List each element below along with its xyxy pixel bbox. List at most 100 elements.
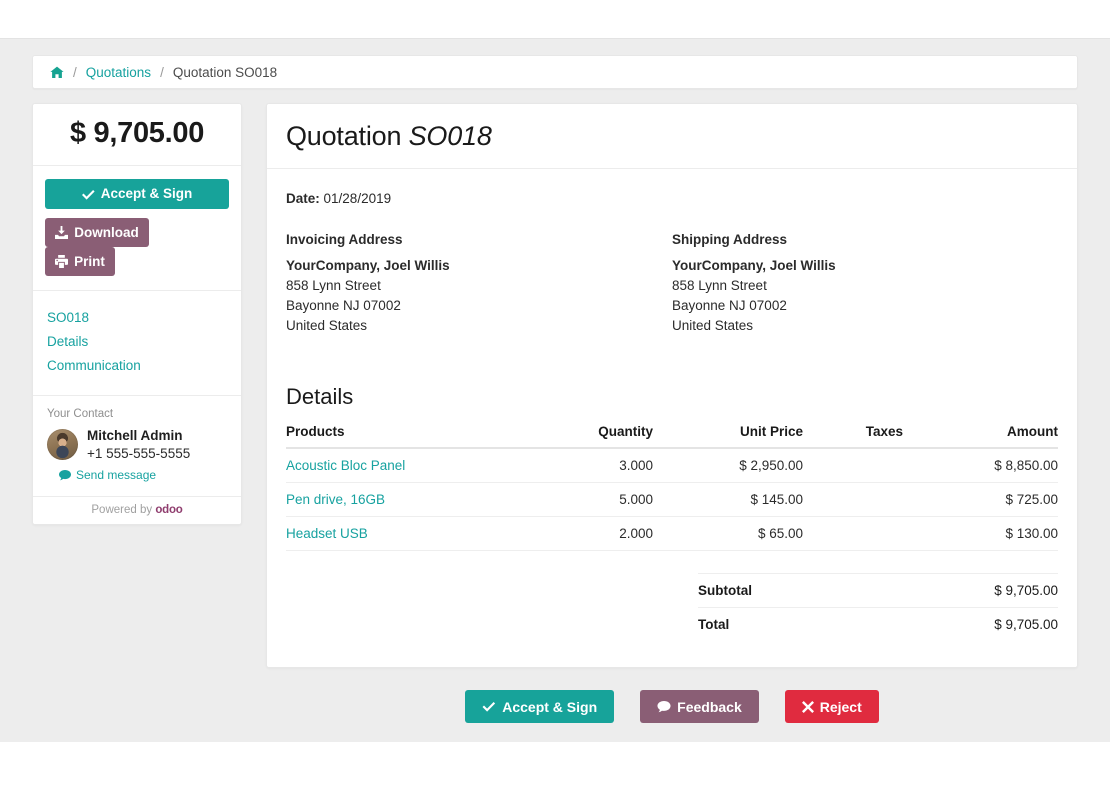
invoicing-address-country: United States <box>286 318 368 333</box>
page-title-number: SO018 <box>408 121 492 151</box>
total-amount: $ 9,705.00 <box>69 117 205 149</box>
invoicing-address-city: Bayonne NJ 07002 <box>286 298 401 313</box>
portal-page: / Quotations / Quotation SO018 $ 9,705.0… <box>0 0 1110 787</box>
shipping-address-street: 858 Lynn Street <box>672 278 767 293</box>
order-lines-table: Products Quantity Unit Price Taxes Amoun… <box>286 419 1058 551</box>
download-button[interactable]: Download <box>45 218 149 247</box>
total-row: Total $ 9,705.00 <box>698 607 1058 641</box>
invoicing-address: Invoicing Address YourCompany, Joel Will… <box>286 230 672 336</box>
invoicing-address-company: YourCompany, Joel Willis <box>286 258 450 273</box>
table-header-row: Products Quantity Unit Price Taxes Amoun… <box>286 419 1058 449</box>
reject-button[interactable]: Reject <box>784 690 879 723</box>
send-message-label: Send message <box>76 468 157 482</box>
order-lines-body: Acoustic Bloc Panel 3.000 $ 2,950.00 $ 8… <box>286 448 1058 551</box>
powered-by-label: Powered by <box>91 503 153 516</box>
subtotal-label: Subtotal <box>698 573 863 608</box>
contact-heading: Your Contact <box>47 408 114 420</box>
breadcrumb-separator-2: / <box>160 64 164 80</box>
product-link[interactable]: Headset USB <box>286 526 368 541</box>
page-title-prefix: Quotation <box>286 121 402 151</box>
accept-and-sign-button[interactable]: Accept & Sign <box>465 690 615 723</box>
page-content: / Quotations / Quotation SO018 $ 9,705.0… <box>32 55 1078 723</box>
contact-main: Mitchell Admin +1 555-555-5555 <box>47 427 227 464</box>
total-value: $ 9,705.00 <box>863 607 1058 641</box>
column-header-unit-price: Unit Price <box>653 419 803 449</box>
contact-text: Mitchell Admin +1 555-555-5555 <box>87 427 190 464</box>
column-header-amount: Amount <box>903 419 1058 449</box>
download-label: Download <box>74 224 139 240</box>
shipping-address-company: YourCompany, Joel Willis <box>672 258 836 273</box>
check-icon <box>81 189 95 200</box>
table-row: Acoustic Bloc Panel 3.000 $ 2,950.00 $ 8… <box>286 448 1058 483</box>
sidebar-item-communication[interactable]: Communication <box>47 354 227 378</box>
table-row: Headset USB 2.000 $ 65.00 $ 130.00 <box>286 516 1058 551</box>
row-unit-price: $ 145.00 <box>653 482 803 517</box>
accept-and-sign-label: Accept & Sign <box>502 698 598 715</box>
row-taxes <box>803 482 903 517</box>
comment-icon <box>59 469 71 481</box>
breadcrumb-current: Quotation SO018 <box>172 64 278 80</box>
order-lines-header: Products Quantity Unit Price Taxes Amoun… <box>286 419 1058 449</box>
row-amount: $ 130.00 <box>903 516 1058 551</box>
feedback-button[interactable]: Feedback <box>640 690 759 723</box>
subtotal-value: $ 9,705.00 <box>863 573 1058 608</box>
date-label: Date: <box>286 191 320 206</box>
shipping-address-country: United States <box>672 318 754 333</box>
column-header-taxes: Taxes <box>803 419 903 449</box>
row-amount: $ 8,850.00 <box>903 448 1058 483</box>
product-link[interactable]: Pen drive, 16GB <box>286 492 385 507</box>
download-icon <box>55 226 69 239</box>
row-unit-price: $ 2,950.00 <box>653 448 803 483</box>
reject-label: Reject <box>819 698 862 715</box>
details-heading: Details <box>286 384 354 409</box>
comment-icon <box>657 700 671 713</box>
sidebar-secondary-actions: Download Print <box>45 218 229 276</box>
row-product: Headset USB <box>286 516 533 551</box>
feedback-label: Feedback <box>677 698 742 715</box>
sidebar-nav: SO018 Details Communication <box>33 291 241 396</box>
check-icon <box>482 701 496 712</box>
sidebar-accept-and-sign-button[interactable]: Accept & Sign <box>45 179 229 209</box>
quotation-card: Quotation SO018 Date: 01/28/2019 Invoici… <box>266 103 1078 668</box>
amount-summary: $ 9,705.00 <box>33 104 241 166</box>
date-value: 01/28/2019 <box>323 191 392 206</box>
quotation-header: Quotation SO018 <box>267 104 1077 169</box>
row-quantity: 3.000 <box>533 448 653 483</box>
sidebar-item-details[interactable]: Details <box>47 330 227 354</box>
product-link[interactable]: Acoustic Bloc Panel <box>286 458 405 473</box>
shipping-address-city: Bayonne NJ 07002 <box>672 298 787 313</box>
totals-table: Subtotal $ 9,705.00 Total $ 9,705.00 <box>698 573 1058 641</box>
odoo-logo: odoo <box>155 503 183 516</box>
quotation-date: Date: 01/28/2019 <box>286 191 1058 206</box>
row-unit-price: $ 65.00 <box>653 516 803 551</box>
contact-card: Your Contact Mitchell Admin +1 555-555-5… <box>33 396 241 497</box>
addresses: Invoicing Address YourCompany, Joel Will… <box>286 230 1058 336</box>
sidebar: $ 9,705.00 Accept & Sign Download Print … <box>32 103 242 525</box>
total-label: Total <box>698 607 863 641</box>
print-label: Print <box>74 253 105 269</box>
shipping-address: Shipping Address YourCompany, Joel Willi… <box>672 230 1058 336</box>
subtotal-row: Subtotal $ 9,705.00 <box>698 573 1058 608</box>
main-column: Quotation SO018 Date: 01/28/2019 Invoici… <box>266 103 1078 723</box>
print-icon <box>55 255 69 268</box>
table-row: Pen drive, 16GB 5.000 $ 145.00 $ 725.00 <box>286 482 1058 517</box>
sidebar-item-so018[interactable]: SO018 <box>47 306 227 330</box>
row-taxes <box>803 516 903 551</box>
print-button[interactable]: Print <box>45 247 115 276</box>
powered-by: Powered by odoo <box>33 497 241 524</box>
column-header-quantity: Quantity <box>533 419 653 449</box>
send-message-button[interactable]: Send message <box>59 468 156 482</box>
column-header-products: Products <box>286 419 533 449</box>
contact-name: Mitchell Admin <box>87 428 183 443</box>
quotation-body: Date: 01/28/2019 Invoicing Address YourC… <box>267 169 1077 667</box>
row-quantity: 5.000 <box>533 482 653 517</box>
sidebar-actions: Accept & Sign Download Print <box>33 166 241 291</box>
row-product: Acoustic Bloc Panel <box>286 448 533 483</box>
invoicing-address-heading: Invoicing Address <box>286 232 403 247</box>
home-icon[interactable] <box>50 66 64 79</box>
close-icon <box>801 700 814 713</box>
shipping-address-heading: Shipping Address <box>672 232 788 247</box>
breadcrumb-link-quotations[interactable]: Quotations <box>86 65 151 80</box>
row-amount: $ 725.00 <box>903 482 1058 517</box>
page-title: Quotation SO018 <box>286 121 1058 152</box>
